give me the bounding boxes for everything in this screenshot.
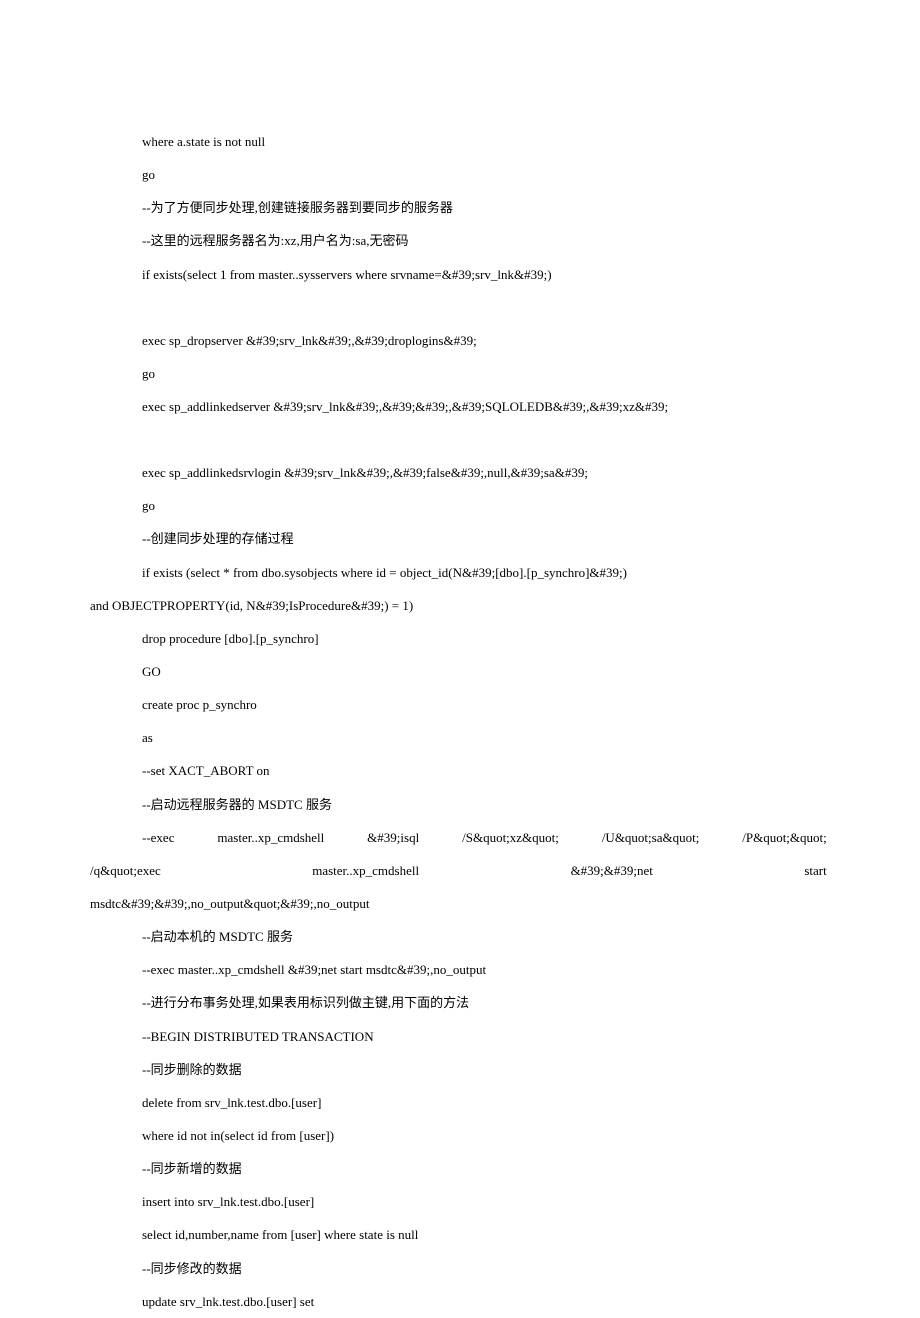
- code-line: --同步删除的数据: [90, 1053, 830, 1086]
- code-line: --启动远程服务器的 MSDTC 服务: [90, 788, 830, 821]
- code-line: select id,number,name from [user] where …: [90, 1218, 830, 1251]
- code-line: /q&quot;exec master..xp_cmdshell &#39;&#…: [90, 854, 830, 887]
- code-line: --exec master..xp_cmdshell &#39;net star…: [90, 953, 830, 986]
- code-line: --创建同步处理的存储过程: [90, 522, 830, 555]
- code-line: go: [90, 489, 830, 522]
- code-line: delete from srv_lnk.test.dbo.[user]: [90, 1086, 830, 1119]
- code-line: --进行分布事务处理,如果表用标识列做主键,用下面的方法: [90, 986, 830, 1019]
- code-line: [90, 423, 830, 456]
- code-line: insert into srv_lnk.test.dbo.[user]: [90, 1185, 830, 1218]
- code-line: where id not in(select id from [user]): [90, 1119, 830, 1152]
- code-line: as: [90, 721, 830, 754]
- code-line: update srv_lnk.test.dbo.[user] set: [90, 1285, 830, 1318]
- code-line: exec sp_dropserver &#39;srv_lnk&#39;,&#3…: [90, 324, 830, 357]
- code-line: go: [90, 158, 830, 191]
- code-line: --为了方便同步处理,创建链接服务器到要同步的服务器: [90, 191, 830, 224]
- code-line: --exec master..xp_cmdshell &#39;isql /S&…: [90, 821, 830, 854]
- code-line: exec sp_addlinkedserver &#39;srv_lnk&#39…: [90, 390, 830, 423]
- code-line: if exists(select 1 from master..sysserve…: [90, 258, 830, 291]
- code-line: and OBJECTPROPERTY(id, N&#39;IsProcedure…: [90, 589, 830, 622]
- code-line: drop procedure [dbo].[p_synchro]: [90, 622, 830, 655]
- code-line: msdtc&#39;&#39;,no_output&quot;&#39;,no_…: [90, 887, 830, 920]
- code-line: where a.state is not null: [90, 125, 830, 158]
- code-line: --BEGIN DISTRIBUTED TRANSACTION: [90, 1020, 830, 1053]
- code-line: --同步新增的数据: [90, 1152, 830, 1185]
- code-line: go: [90, 357, 830, 390]
- code-line: if exists (select * from dbo.sysobjects …: [90, 556, 830, 589]
- code-line: [90, 291, 830, 324]
- code-line: --set XACT_ABORT on: [90, 754, 830, 787]
- code-line: exec sp_addlinkedsrvlogin &#39;srv_lnk&#…: [90, 456, 830, 489]
- code-line: --启动本机的 MSDTC 服务: [90, 920, 830, 953]
- code-line: --这里的远程服务器名为:xz,用户名为:sa,无密码: [90, 224, 830, 257]
- code-line: --同步修改的数据: [90, 1252, 830, 1285]
- code-line: GO: [90, 655, 830, 688]
- code-document: where a.state is not nullgo--为了方便同步处理,创建…: [90, 125, 830, 1318]
- code-line: create proc p_synchro: [90, 688, 830, 721]
